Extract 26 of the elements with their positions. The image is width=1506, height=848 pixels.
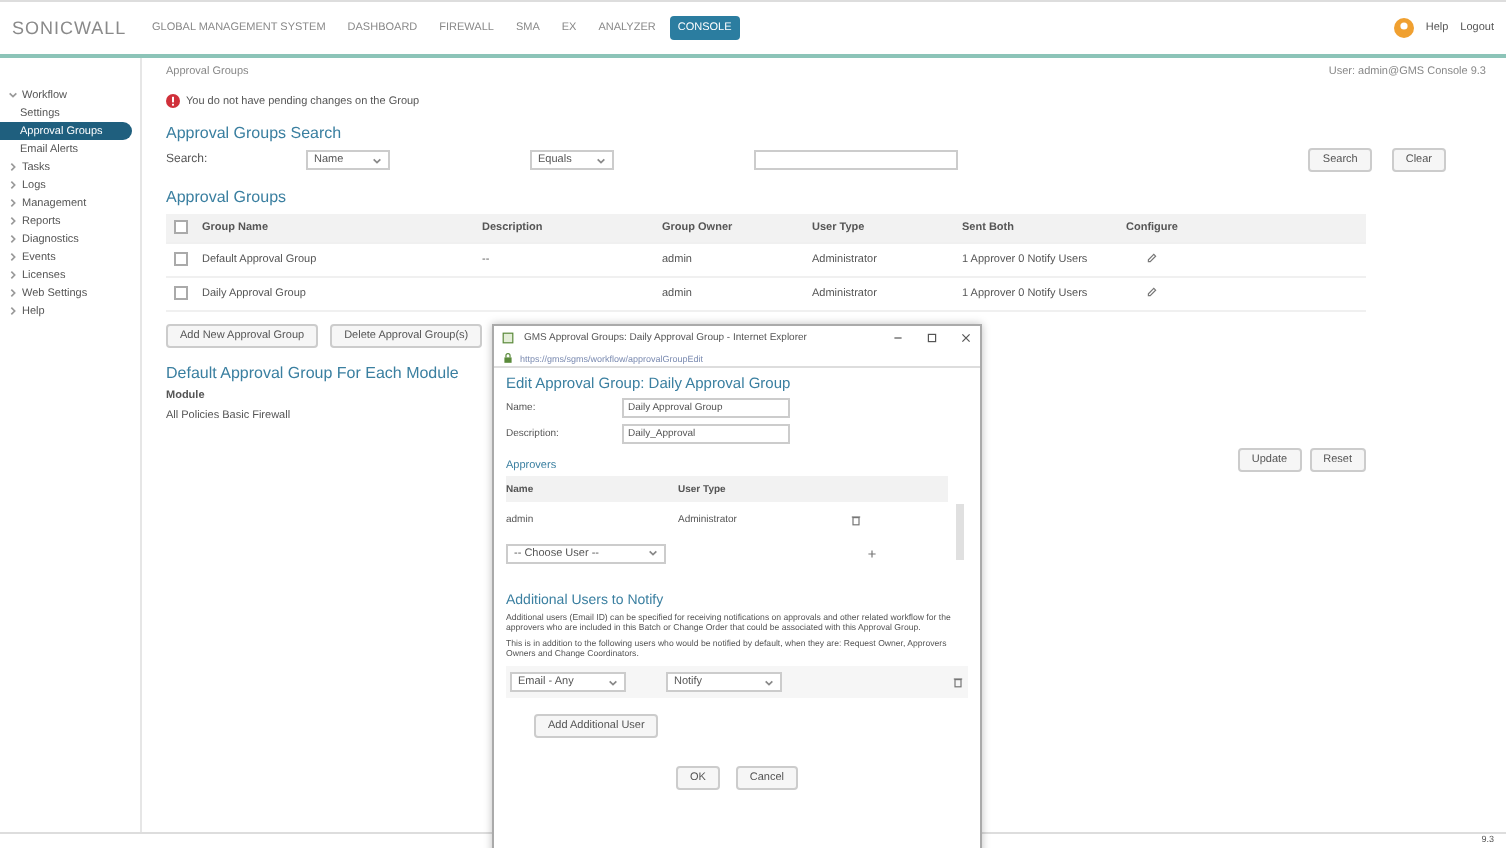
section-title: Default Approval Group For Each Module bbox=[166, 364, 459, 382]
caret-icon bbox=[608, 677, 618, 688]
add-icon[interactable] bbox=[866, 547, 878, 559]
search-field[interactable] bbox=[754, 150, 958, 170]
close-icon[interactable] bbox=[960, 332, 972, 344]
checkbox[interactable] bbox=[174, 285, 188, 299]
delete-icon[interactable] bbox=[952, 676, 964, 689]
caret-icon bbox=[596, 155, 606, 165]
user-icon[interactable] bbox=[1393, 18, 1414, 38]
edit-icon[interactable] bbox=[1146, 286, 1158, 298]
caret-icon bbox=[764, 677, 774, 688]
section-title: Approval Groups bbox=[166, 188, 289, 206]
alert-icon bbox=[166, 94, 180, 108]
caret-icon bbox=[372, 155, 382, 165]
delete-icon[interactable] bbox=[850, 513, 862, 525]
minimize-icon[interactable] bbox=[892, 332, 904, 344]
edit-icon[interactable] bbox=[1146, 252, 1158, 264]
caret-icon bbox=[648, 548, 658, 558]
checkbox[interactable] bbox=[174, 251, 188, 265]
caret-down-icon[interactable] bbox=[8, 90, 18, 100]
page-icon bbox=[502, 332, 514, 344]
maximize-icon[interactable] bbox=[926, 332, 938, 344]
checkbox[interactable] bbox=[174, 219, 188, 233]
logo: SONICWALL bbox=[12, 18, 129, 38]
section-title: Approval Groups Search bbox=[166, 124, 344, 142]
lock-icon bbox=[502, 352, 514, 364]
